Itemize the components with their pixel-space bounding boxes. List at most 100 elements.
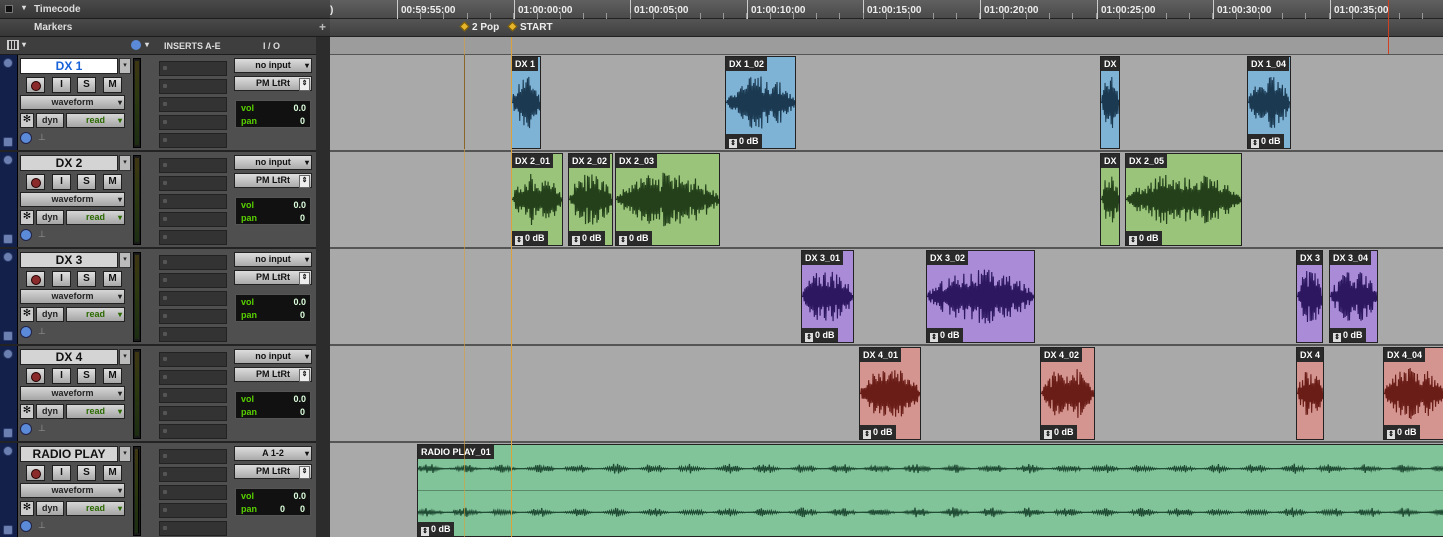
ruler-expand-icon[interactable] (5, 5, 13, 13)
automation-mode-selector[interactable]: read (66, 307, 125, 322)
insert-slot[interactable] (159, 291, 227, 306)
input-selector[interactable]: no input (234, 252, 312, 267)
audio-clip[interactable]: DX 3 (1296, 250, 1323, 343)
playlist-icon[interactable]: ⊥ (38, 423, 46, 434)
track-header[interactable]: DX 4 ▾ I S M waveform ✻ dyn read ⊥ no in… (0, 346, 316, 443)
insert-slot[interactable] (159, 273, 227, 288)
volume-pan-display[interactable]: vol 0.0 pan 0 (235, 391, 311, 419)
track-view-selector[interactable]: waveform (20, 483, 125, 498)
track-lane[interactable] (330, 249, 1443, 346)
insert-slot[interactable] (159, 449, 227, 464)
solo-button[interactable]: S (77, 465, 96, 481)
input-monitor-button[interactable]: I (52, 77, 71, 93)
output-selector[interactable]: PM LtRt (234, 464, 312, 479)
dynamic-plugin-button[interactable]: dyn (36, 113, 64, 128)
insert-slot[interactable] (159, 521, 227, 536)
track-menu-icon[interactable]: ▾ (119, 252, 131, 268)
insert-slot[interactable] (159, 212, 227, 227)
track-menu-icon[interactable]: ▾ (119, 58, 131, 74)
insert-slot[interactable] (159, 158, 227, 173)
clip-gain-indicator[interactable]: ⇕ 0 dB (1041, 425, 1077, 439)
mute-button[interactable]: M (103, 77, 122, 93)
volume-pan-display[interactable]: vol 0.0 pan 0 (235, 197, 311, 225)
track-name[interactable]: DX 4 (20, 349, 118, 365)
track-header[interactable]: DX 2 ▾ I S M waveform ✻ dyn read ⊥ no in… (0, 152, 316, 249)
clock-icon[interactable] (131, 40, 141, 50)
freeze-icon[interactable]: ✻ (20, 404, 34, 419)
freeze-icon[interactable]: ✻ (20, 210, 34, 225)
insert-slot[interactable] (159, 176, 227, 191)
ruler-menu-icon[interactable]: ▾ (22, 3, 26, 12)
track-collapse-icon[interactable] (3, 331, 13, 341)
volume-pan-display[interactable]: vol 0.0 pan 0 (235, 100, 311, 128)
vol-value[interactable]: 0.0 (293, 200, 306, 210)
track-name[interactable]: DX 3 (20, 252, 118, 268)
audio-clip[interactable]: DX 4_02 ⇕ 0 dB (1040, 347, 1095, 440)
clip-gain-indicator[interactable]: ⇕ 0 dB (726, 134, 762, 148)
volume-pan-display[interactable]: vol 0.0 pan 0 (235, 294, 311, 322)
solo-button[interactable]: S (77, 174, 96, 190)
track-name[interactable]: DX 2 (20, 155, 118, 171)
pan-value[interactable]: 0 (300, 116, 306, 126)
track-view-selector[interactable]: waveform (20, 95, 125, 110)
add-marker-icon[interactable]: + (319, 20, 326, 34)
track-expand-icon[interactable] (3, 58, 13, 68)
playlist-icon[interactable]: ⊥ (38, 520, 46, 531)
vol-value[interactable]: 0.0 (293, 491, 306, 501)
pan-value[interactable]: 0 (300, 310, 306, 320)
markers-ruler-header[interactable]: Markers + (0, 19, 330, 37)
clip-gain-indicator[interactable]: ⇕ 0 dB (616, 231, 652, 245)
pan-value[interactable]: 0 (280, 504, 286, 514)
audio-clip[interactable]: DX 1_04 ⇕ 0 dB (1247, 56, 1291, 149)
timebase-icon[interactable] (20, 520, 32, 532)
track-collapse-icon[interactable] (3, 525, 13, 535)
input-selector[interactable]: no input (234, 58, 312, 73)
audio-clip[interactable]: DX 2_05 ⇕ 0 dB (1125, 153, 1242, 246)
record-enable-button[interactable] (26, 465, 45, 481)
timebase-icon[interactable] (20, 229, 32, 241)
track-menu-icon[interactable]: ▾ (119, 349, 131, 365)
track-header[interactable]: DX 3 ▾ I S M waveform ✻ dyn read ⊥ no in… (0, 249, 316, 346)
input-monitor-button[interactable]: I (52, 368, 71, 384)
track-view-selector[interactable]: waveform (20, 289, 125, 304)
clip-gain-indicator[interactable]: ⇕ 0 dB (1384, 425, 1420, 439)
automation-mode-selector[interactable]: read (66, 404, 125, 419)
insert-slot[interactable] (159, 352, 227, 367)
playlist-icon[interactable]: ⊥ (38, 326, 46, 337)
insert-slot[interactable] (159, 485, 227, 500)
insert-slot[interactable] (159, 327, 227, 342)
track-collapse-icon[interactable] (3, 137, 13, 147)
vol-value[interactable]: 0.0 (293, 103, 306, 113)
insert-slot[interactable] (159, 194, 227, 209)
timecode-ruler[interactable]: ) 00:59:55:00 01:00:00:00 01:00:05:00 01:00:… (330, 0, 1443, 19)
audio-clip[interactable]: DX 2_02 ⇕ 0 dB (568, 153, 613, 246)
track-menu-icon[interactable]: ▾ (119, 155, 131, 171)
audio-clip[interactable]: DX 1 (511, 56, 541, 149)
playhead-line[interactable] (1388, 0, 1389, 54)
clip-gain-indicator[interactable]: ⇕ 0 dB (1330, 328, 1366, 342)
insert-slot[interactable] (159, 309, 227, 324)
output-selector[interactable]: PM LtRt (234, 76, 312, 91)
mute-button[interactable]: M (103, 465, 122, 481)
freeze-icon[interactable]: ✻ (20, 113, 34, 128)
insert-slot[interactable] (159, 61, 227, 76)
clip-gain-indicator[interactable]: ⇕ 0 dB (802, 328, 838, 342)
freeze-icon[interactable]: ✻ (20, 501, 34, 516)
track-collapse-icon[interactable] (3, 234, 13, 244)
solo-button[interactable]: S (77, 368, 96, 384)
record-enable-button[interactable] (26, 174, 45, 190)
track-menu-icon[interactable]: ▾ (119, 446, 131, 462)
audio-clip[interactable]: RADIO PLAY_01 ⇕ 0 dB (417, 444, 1443, 537)
marker-start[interactable]: START (507, 21, 553, 33)
input-monitor-button[interactable]: I (52, 465, 71, 481)
mute-button[interactable]: M (103, 271, 122, 287)
view-menu-icon[interactable]: ▾ (22, 40, 26, 49)
insert-slot[interactable] (159, 467, 227, 482)
track-expand-icon[interactable] (3, 349, 13, 359)
insert-slot[interactable] (159, 503, 227, 518)
dynamic-plugin-button[interactable]: dyn (36, 210, 64, 225)
input-selector[interactable]: A 1-2 (234, 446, 312, 461)
vol-value[interactable]: 0.0 (293, 297, 306, 307)
marker-2-pop[interactable]: 2 Pop (459, 21, 499, 33)
input-selector[interactable]: no input (234, 155, 312, 170)
